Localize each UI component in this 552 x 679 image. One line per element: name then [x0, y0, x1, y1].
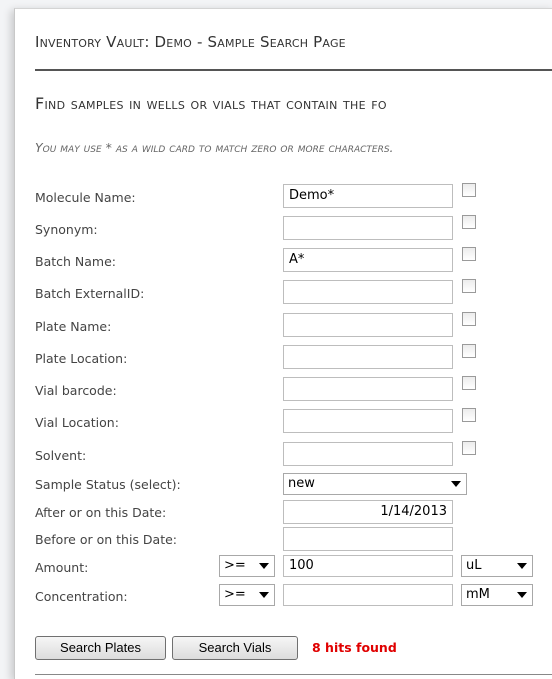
search-plates-button[interactable]: Search Plates — [35, 636, 166, 660]
field-row-batch-externalid: Batch ExternalID: — [35, 279, 552, 308]
field-label: Amount: — [35, 560, 89, 575]
field-row-before-date: Before or on this Date: — [35, 527, 552, 555]
chevron-down-icon — [259, 563, 269, 569]
field-row-synonym: Synonym: — [35, 215, 552, 244]
field-row-plate-name: Plate Name: — [35, 312, 552, 341]
field-row-concentration: Concentration: >= mM — [35, 584, 552, 612]
synonym-checkbox[interactable] — [462, 215, 476, 229]
field-label: Vial Location: — [35, 415, 119, 430]
plate-location-input[interactable] — [283, 345, 453, 369]
action-row: Search Plates Search Vials 8 hits found — [35, 636, 552, 664]
concentration-input[interactable] — [283, 584, 453, 606]
field-label: After or on this Date: — [35, 505, 167, 520]
batch-externalid-input[interactable] — [283, 280, 453, 304]
field-label: Plate Name: — [35, 319, 112, 334]
amount-unit-select[interactable]: uL — [461, 555, 533, 577]
molecule-name-checkbox[interactable] — [462, 183, 476, 197]
field-row-solvent: Solvent: — [35, 441, 552, 470]
field-label: Plate Location: — [35, 351, 128, 366]
amount-unit-value: uL — [466, 558, 482, 573]
concentration-operator-value: >= — [224, 587, 246, 602]
plate-name-input[interactable] — [283, 313, 453, 337]
plate-name-checkbox[interactable] — [462, 312, 476, 326]
chevron-down-icon — [451, 481, 461, 487]
vial-barcode-checkbox[interactable] — [462, 376, 476, 390]
synonym-input[interactable] — [283, 216, 453, 240]
amount-operator-value: >= — [224, 558, 246, 573]
solvent-checkbox[interactable] — [462, 441, 476, 455]
batch-name-checkbox[interactable] — [462, 247, 476, 261]
field-label: Solvent: — [35, 448, 87, 463]
field-label: Sample Status (select): — [35, 477, 181, 492]
field-row-amount: Amount: >= 100 uL — [35, 555, 552, 583]
vial-location-input[interactable] — [283, 409, 453, 433]
field-row-after-date: After or on this Date: 1/14/2013 — [35, 500, 552, 528]
amount-operator-select[interactable]: >= — [219, 555, 275, 577]
chevron-down-icon — [517, 563, 527, 569]
plate-location-checkbox[interactable] — [462, 344, 476, 358]
chevron-down-icon — [517, 592, 527, 598]
batch-name-input[interactable]: A* — [283, 248, 453, 272]
search-vials-button[interactable]: Search Vials — [172, 636, 298, 660]
after-date-input[interactable]: 1/14/2013 — [283, 500, 453, 524]
molecule-name-input[interactable]: Demo* — [283, 184, 453, 208]
section-heading: Find samples in wells or vials that cont… — [35, 94, 387, 113]
sample-status-value: new — [288, 476, 315, 491]
field-label: Batch ExternalID: — [35, 286, 145, 301]
field-row-molecule-name: Molecule Name: Demo* — [35, 183, 552, 212]
batch-externalid-checkbox[interactable] — [462, 279, 476, 293]
field-label: Concentration: — [35, 589, 128, 604]
title-divider — [35, 69, 552, 71]
field-label: Molecule Name: — [35, 190, 136, 205]
field-label: Synonym: — [35, 222, 98, 237]
hits-found-status: 8 hits found — [312, 640, 397, 655]
page-title: Inventory Vault: Demo - Sample Search Pa… — [35, 33, 346, 51]
concentration-unit-value: mM — [466, 587, 490, 602]
amount-input[interactable]: 100 — [283, 555, 453, 577]
field-label: Before or on this Date: — [35, 532, 178, 547]
field-row-plate-location: Plate Location: — [35, 344, 552, 373]
sample-status-select[interactable]: new — [283, 473, 467, 495]
chevron-down-icon — [259, 592, 269, 598]
field-label: Vial barcode: — [35, 383, 117, 398]
field-row-batch-name: Batch Name: A* — [35, 247, 552, 276]
wildcard-hint: You may use * as a wild card to match ze… — [35, 140, 394, 155]
concentration-operator-select[interactable]: >= — [219, 584, 275, 606]
vial-location-checkbox[interactable] — [462, 408, 476, 422]
vial-barcode-input[interactable] — [283, 377, 453, 401]
field-row-vial-barcode: Vial barcode: — [35, 376, 552, 405]
before-date-input[interactable] — [283, 527, 453, 551]
field-label: Batch Name: — [35, 254, 116, 269]
field-row-sample-status: Sample Status (select): new — [35, 473, 552, 501]
search-panel: Inventory Vault: Demo - Sample Search Pa… — [14, 8, 552, 679]
field-row-vial-location: Vial Location: — [35, 408, 552, 437]
solvent-input[interactable] — [283, 442, 453, 466]
concentration-unit-select[interactable]: mM — [461, 584, 533, 606]
